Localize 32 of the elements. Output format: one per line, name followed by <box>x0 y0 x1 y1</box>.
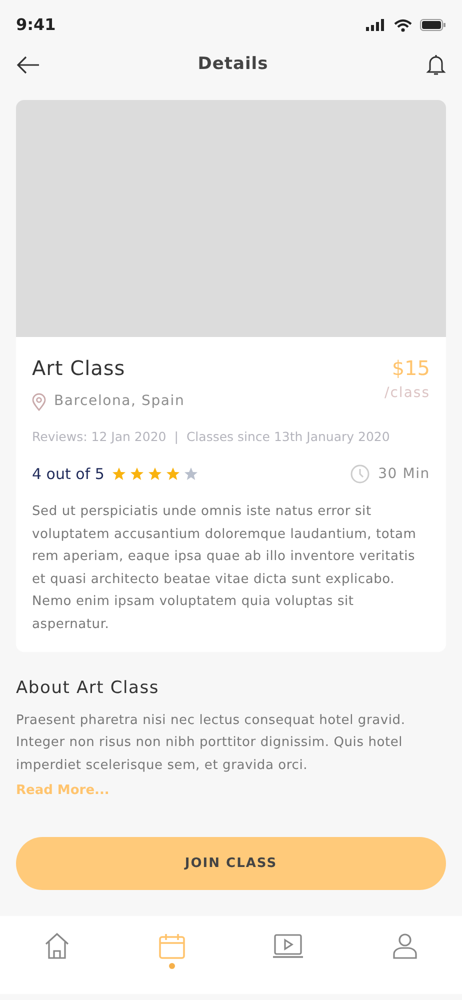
calendar-icon <box>158 932 186 960</box>
price: $15 <box>390 355 430 382</box>
signal-icon <box>366 19 386 31</box>
bell-icon[interactable] <box>426 54 446 76</box>
nav-tab[interactable] <box>158 932 186 970</box>
about-text: Praesent pharetra nisi nec lectus consequat hotel gravid. Integer non risus non nibh porttitor dignissim. Quis hotel imperdiet scelerisque sem, et gravida orci. <box>16 712 406 775</box>
page-title: Details <box>198 53 268 76</box>
star-icon <box>130 467 144 481</box>
separator: | <box>174 428 178 446</box>
description-text: Sed ut perspiciatis unde omnis iste natus error sit voluptatem accusantium doloremque laudantium, totam rem aperiam, eaque ipsa quae ab illo inventore veritatis et quasi architecto beatae vitae dicta sunt explicabo. Nemo enim ipsam voluptatem quia voluptas sit aspernatur. <box>32 503 418 634</box>
star-icon <box>112 467 126 481</box>
duration-text: 30 Min <box>378 464 430 484</box>
location-text: Barcelona, Spain <box>54 392 185 411</box>
price-unit: /class <box>384 384 430 403</box>
wifi-icon <box>394 18 412 32</box>
profile-icon <box>390 932 419 960</box>
video-icon <box>272 932 304 960</box>
home-icon <box>43 932 72 960</box>
star-icon <box>184 467 198 481</box>
rating-text: 4 out of 5 <box>32 464 104 485</box>
section-heading: About Art Class <box>16 677 160 700</box>
status-time: 9:41 <box>16 14 56 36</box>
class-title: Art Class <box>32 355 126 382</box>
meta-text: Classes since 13th January 2020 <box>186 428 390 446</box>
clock-icon <box>350 464 370 484</box>
meta-text: Reviews: 12 Jan 2020 <box>32 428 166 446</box>
star-icon <box>148 467 162 481</box>
back-arrow-icon[interactable] <box>16 56 40 74</box>
star-icon <box>166 467 180 481</box>
location-pin-icon <box>32 392 46 410</box>
join-class-button[interactable]: JOIN CLASS <box>16 837 446 890</box>
battery-icon <box>420 19 446 31</box>
